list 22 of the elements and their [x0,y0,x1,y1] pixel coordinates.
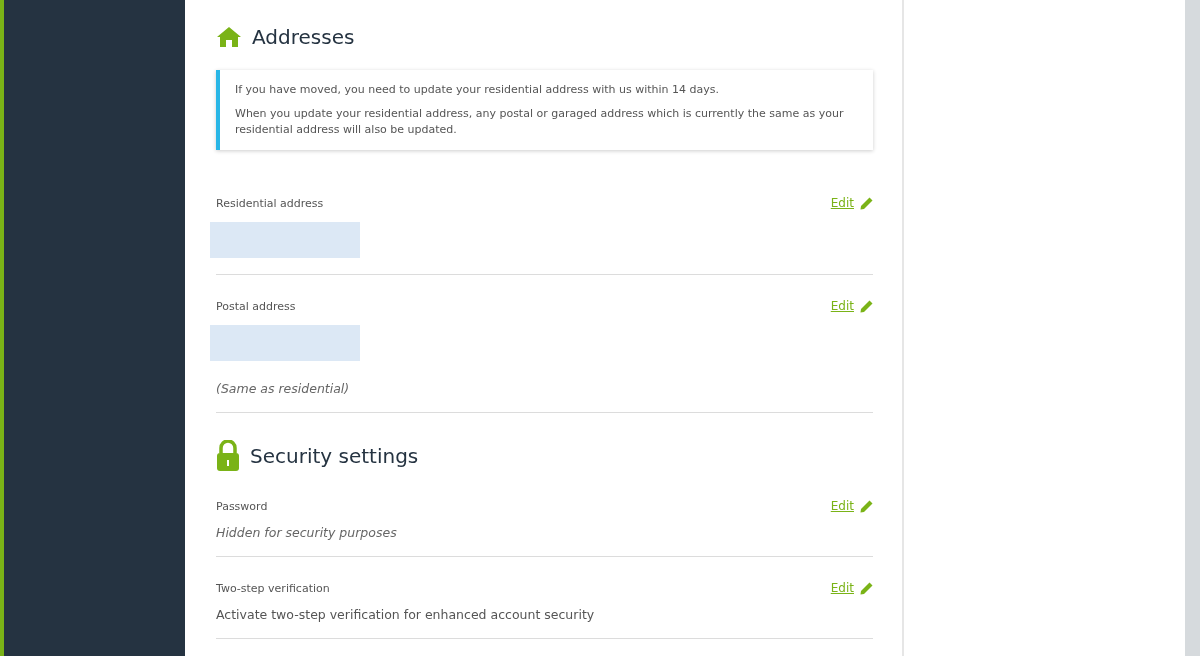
field-label: Postal address [216,299,296,313]
scrollbar[interactable] [1185,0,1200,656]
section-title: Security settings [250,444,419,468]
notice-text: When you update your residential address, any postal or garaged address which is currently the same as your residential address will also be updated. [235,106,845,138]
notice-text: If you have moved, you need to update your residential address with us within 14 days. [235,82,720,98]
field-label: Two-step verification [216,581,330,595]
pencil-icon [860,299,873,313]
field-note: Hidden for security purposes [216,525,398,540]
edit-link[interactable]: Edit [830,581,873,595]
edit-link[interactable]: Edit [830,499,873,513]
padlock-icon [216,440,240,472]
edit-link[interactable]: Edit [830,196,873,210]
house-icon [216,26,242,48]
pencil-icon [860,581,873,595]
edit-link[interactable]: Edit [830,299,873,313]
section-title: Addresses [252,25,355,49]
field-value: Activate two-step verification for enhanced account security [216,607,596,622]
field-label: Residential address [216,196,324,210]
pencil-icon [860,196,873,210]
field-note: (Same as residential) [216,381,351,396]
field-label: Password [216,499,268,513]
pencil-icon [860,499,873,513]
